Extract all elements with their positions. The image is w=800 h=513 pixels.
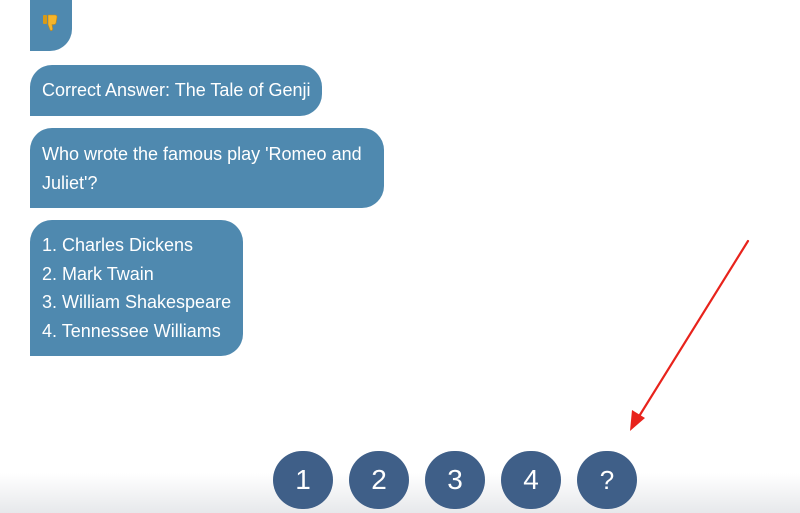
- chat-screen: Correct Answer: The Tale of Genji Who wr…: [0, 0, 800, 513]
- quick-reply-1-button[interactable]: 1: [273, 451, 333, 509]
- quick-reply-3-button[interactable]: 3: [425, 451, 485, 509]
- option-text: 4. Tennessee Williams: [42, 320, 221, 341]
- quick-reply-help-button[interactable]: ?: [577, 451, 637, 509]
- answer-options-message: 1. Charles Dickens 2. Mark Twain 3. Will…: [30, 220, 244, 356]
- option-text: 2. Mark Twain: [42, 263, 154, 284]
- correct-answer-text: Correct Answer: The Tale of Genji: [42, 80, 311, 100]
- quick-reply-4-button[interactable]: 4: [501, 451, 561, 509]
- quick-reply-2-button[interactable]: 2: [349, 451, 409, 509]
- feedback-bubble: [30, 0, 72, 51]
- question-message: Who wrote the famous play 'Romeo and Jul…: [30, 128, 384, 208]
- option-text: 1. Charles Dickens: [42, 235, 194, 255]
- correct-answer-message: Correct Answer: The Tale of Genji: [30, 65, 323, 116]
- thumbs-down-icon: [40, 12, 62, 34]
- question-text: Who wrote the famous play 'Romeo and Jul…: [42, 144, 362, 193]
- option-text: 3. William Shakespeare: [42, 292, 232, 312]
